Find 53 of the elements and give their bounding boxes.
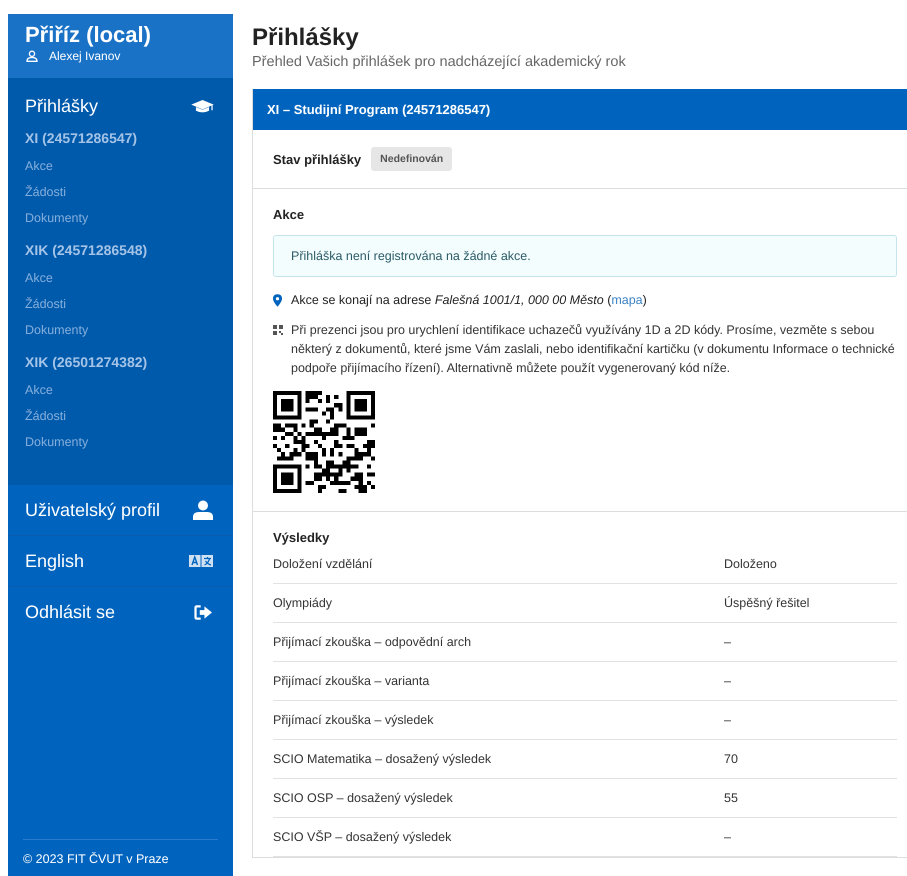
menu-item[interactable]: English [8,536,233,587]
user-icon [193,500,213,520]
logout-icon [194,604,213,620]
card-header: XI – Studijní Program (24571286547) [253,89,907,130]
nav-link[interactable]: Dokumenty [25,317,216,343]
result-label: Přijímací zkouška – varianta [273,674,430,688]
status-badge: Nedefinován [371,147,452,171]
result-value: 55 [724,791,739,805]
nav-link[interactable]: Akce [25,377,216,403]
nav-link[interactable]: Akce [25,265,216,291]
application-link[interactable]: XI (24571286547) [25,129,216,147]
nav-link[interactable]: Žádosti [25,403,216,429]
translate-icon [189,555,213,567]
result-label: Přijímací zkouška – výsledek [273,713,434,727]
nav-link[interactable]: Žádosti [25,291,216,317]
result-value: Úspěšný řešitel [724,596,810,610]
result-value: 70 [724,752,739,766]
user-icon [26,50,38,62]
result-value: Doloženo [724,557,778,571]
result-label: Doložení vzdělání [273,557,374,571]
address-text: Akce se konají na adrese Falešná 1001/1, 000 00 Město (mapa) [291,293,647,307]
qr-code-icon [273,325,283,335]
map-link[interactable]: mapa [611,293,643,307]
graduation-cap-icon [191,98,214,114]
result-value: – [724,674,732,688]
user-name[interactable]: Alexej Ivanov [49,49,120,63]
result-label: Olympiády [273,596,334,610]
result-label: SCIO OSP – dosažený výsledek [273,791,454,805]
section-heading: Výsledky [273,530,330,545]
info-notice: Přihláška není registrována na žádné akce. [273,235,897,277]
menu-item[interactable]: Odhlásit se [8,587,233,637]
application-link[interactable]: XIK (26501274382) [25,353,216,371]
copyright-text: © 2023 FIT ČVUT v Praze [23,839,218,866]
result-label: SCIO Matematika – dosažený výsledek [273,752,492,766]
nav-section[interactable]: Přihlášky [25,95,216,117]
page-title: Přihlášky [252,23,360,53]
result-value: – [724,830,732,844]
menu-item[interactable]: Uživatelský profil [8,485,233,536]
map-pin-icon [273,294,282,306]
app-title: Přiříz (local) [25,22,152,48]
nav-link[interactable]: Dokumenty [25,205,216,231]
result-label: SCIO VŠP – dosažený výsledek [273,830,452,844]
result-label: Přijímací zkouška – odpovědní arch [273,635,472,649]
result-value: – [724,635,732,649]
result-value: – [724,713,732,727]
page-subtitle: Přehled Vašich přihlášek pro nadcházející akademický rok [252,54,627,70]
status-label: Stav přihlášky [273,152,362,166]
nav-link[interactable]: Žádosti [25,179,216,205]
section-heading: Akce [273,207,306,222]
codes-info-text: Při prezenci jsou pro urychlení identifikace uchazečů využívány 1D a 2D kódy. Prosíme, vezměte s sebou některý z dokumentů, které jsme Vám zaslali, nebo identifikační kartičku (v dokumentu Informace o technické podpoře přijímacího řízení). Alternativně můžete použít vygenerovaný kód níže. [291,322,896,377]
nav-link[interactable]: Akce [25,153,216,179]
application-link[interactable]: XIK (24571286548) [25,241,216,259]
nav-link[interactable]: Dokumenty [25,429,216,455]
